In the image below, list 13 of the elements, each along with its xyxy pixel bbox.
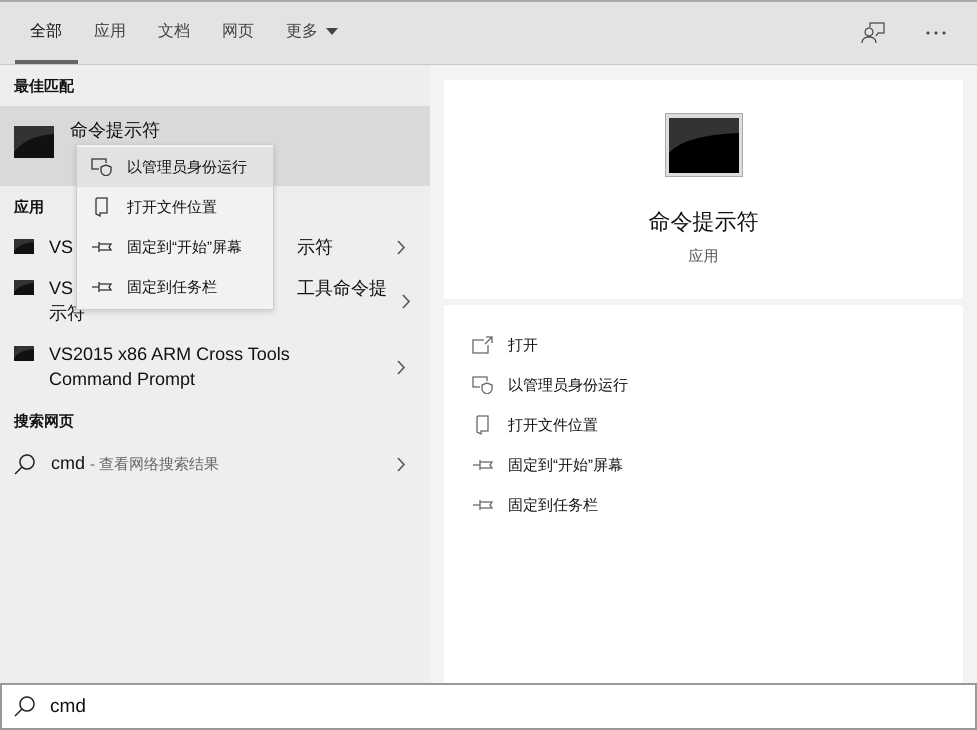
app-name: 示符 bbox=[297, 236, 334, 259]
query-text: cmd bbox=[51, 453, 86, 473]
section-header: 最佳匹配 bbox=[14, 77, 74, 96]
app-name: VS bbox=[49, 236, 74, 259]
app-name: VS bbox=[49, 277, 74, 300]
result-title: 命令提示符 bbox=[70, 120, 160, 140]
web-hint: - 查看网络搜索结果 bbox=[90, 456, 220, 473]
section-header: 搜索网页 bbox=[14, 412, 74, 431]
section-header: 应用 bbox=[14, 198, 44, 217]
app-name: 工具命令提 bbox=[297, 277, 388, 300]
app-title: 命令提示符 bbox=[648, 208, 758, 236]
app-type: 应用 bbox=[688, 247, 718, 266]
app-name: VS2015 x86 ARM Cross Tools Command Prompt bbox=[49, 343, 291, 391]
